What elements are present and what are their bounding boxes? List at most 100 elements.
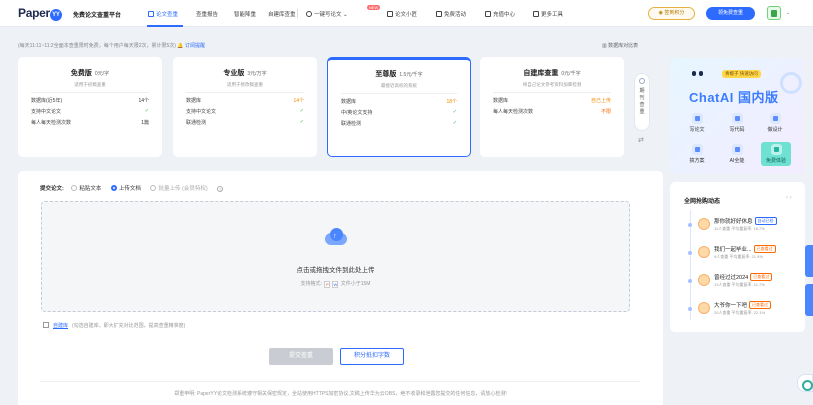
- sparkle-icon: [306, 11, 312, 17]
- float-side-button[interactable]: [805, 245, 813, 277]
- word-icon: W: [332, 281, 339, 288]
- code-icon: [731, 113, 743, 124]
- list-item: 大爷你一下吧 已查看过 20人查重 平均重复率: 22.1%: [684, 298, 804, 322]
- mascot-icon: [692, 69, 704, 78]
- avatar: [698, 302, 710, 314]
- avatar: [698, 218, 710, 230]
- plan-feature-row: 支持中文论文 ✓: [186, 108, 304, 115]
- gift-icon: [770, 144, 782, 155]
- plan-card-free[interactable]: 免费版 0元/字 适用于初稿查重 数据库(近5年) 14个 支持中文论文 ✓ 每人每天…: [18, 57, 162, 157]
- selflib-row: 自建库 (勾选自建库，即大扩充对比范围，提高查重精准度): [43, 322, 185, 329]
- status-badge: 已查看过: [749, 301, 772, 309]
- help-icon[interactable]: ?: [217, 186, 224, 192]
- cloud-upload-icon: ↑: [322, 227, 350, 247]
- points-deduct-button[interactable]: 积分抵扣字数: [340, 348, 404, 365]
- status-badge: 已查看过: [753, 245, 776, 253]
- nav-smart-reduce[interactable]: 智能降重: [234, 10, 256, 18]
- tool-plan[interactable]: 搞方案: [684, 144, 710, 164]
- logo[interactable]: Paper YY: [18, 6, 62, 21]
- plan-price: 1.5元/千字: [399, 72, 423, 78]
- design-icon: [769, 113, 781, 124]
- activity-feed: 全网抢购动态 ‹ › 那你就好好休息 自动已检 11人查重 平均重复率: 18.7…: [670, 182, 805, 332]
- free-notice: (每天11:11~11:2全面本查重限时免费，每个用户每天限2次，累计限5次) …: [18, 43, 205, 49]
- pager-arrows-icon[interactable]: ‹ ›: [786, 195, 792, 201]
- avatar: [698, 246, 710, 258]
- free-check-button[interactable]: 领免费查重: [706, 7, 755, 20]
- file-drop-zone[interactable]: ↑ 点击或拖拽文件到此处上传 支持格式: PW 文件小于15M: [41, 201, 630, 312]
- nav-selflib-check[interactable]: 自建库查重: [268, 10, 296, 18]
- float-side-button[interactable]: [805, 284, 813, 316]
- promo-tag: 青椒子 快速访问: [722, 70, 761, 78]
- swap-icon[interactable]: ⇄: [638, 136, 644, 144]
- selflib-checkbox[interactable]: [43, 322, 49, 328]
- option-upload-doc[interactable]: 上传文档: [110, 185, 141, 192]
- subscribe-link[interactable]: 🔔 订阅提醒: [177, 43, 205, 49]
- plan-feature-row: 每人每天检测次数 不限: [493, 109, 611, 115]
- upload-panel: 提交论文: 粘贴文本 上传文档 批量上传 (会员特权) ? ↑ 点击或拖拽文件到…: [18, 171, 663, 405]
- plan-feature-row: 支持中文论文 ✓: [31, 108, 149, 115]
- grid-icon: [533, 11, 539, 17]
- customer-service-icon[interactable]: [797, 374, 813, 392]
- plan-desc: 最接近高校的系统: [341, 83, 457, 94]
- plan-desc: 将自己论文参考资料加库检测: [493, 82, 611, 93]
- pdf-icon: P: [324, 281, 331, 288]
- tool-ai-all[interactable]: AI全能: [724, 144, 750, 164]
- bulb-icon: [691, 144, 703, 155]
- status-badge: 自动已检: [754, 217, 777, 225]
- document-icon: [148, 11, 154, 17]
- nav-write-paper[interactable]: 一键写论文 ⌄: [306, 10, 348, 18]
- user-avatar[interactable]: [767, 6, 781, 20]
- submit-type-row: 提交论文: 粘贴文本 上传文档 批量上传 (会员特权) ?: [40, 184, 224, 192]
- avatar: [698, 274, 710, 286]
- plan-card-selflib[interactable]: 自建库查重 0元/千字 将自己论文参考资料加库检测 数据库 自己上传 每人每天检测次…: [480, 57, 624, 157]
- decor-ring: [780, 72, 802, 94]
- plan-feature-row: 联通检测 ✓: [341, 120, 457, 127]
- top-bar: Paper YY 免费论文查重平台 论文查重 查重报告 智能降重 自建库查重 一键…: [0, 0, 813, 27]
- list-item: 曾经过过2024 已查看过 13人查重 平均重复率: 11.7%: [684, 270, 804, 294]
- plan-feature-row: 数据库 18个: [341, 99, 457, 105]
- selflib-link[interactable]: 自建库: [53, 323, 68, 329]
- status-badge: 已查看过: [750, 273, 773, 281]
- plan-name: 专业版: [223, 70, 245, 77]
- plan-feature-row: 数据库 自己上传: [493, 98, 611, 104]
- journal-icon: [639, 78, 645, 84]
- journal-check-tab[interactable]: 期刊查重: [634, 73, 650, 131]
- plan-name: 免费版: [70, 70, 92, 77]
- list-item: 我们一起毕业... 已查看过 9人查重 平均重复率: 21.4%: [684, 242, 804, 266]
- plan-card-supreme[interactable]: 至尊版 1.5元/千字 最接近高校的系统 数据库 18个 中/英论文支持 ✓ 联通检测…: [327, 57, 471, 157]
- nav-more-tools[interactable]: 更多工具: [533, 10, 563, 18]
- submit-check-button[interactable]: 提交查重: [269, 348, 333, 365]
- nav-divider: [297, 9, 298, 18]
- plan-feature-row: 中/英论文支持 ✓: [341, 109, 457, 116]
- tool-write-paper[interactable]: 写论文: [684, 113, 710, 133]
- database-compare-link[interactable]: ▥ 数据库对比表: [602, 42, 638, 49]
- plan-name: 至尊版: [375, 71, 397, 78]
- tool-free-trial[interactable]: 免费体验: [761, 142, 791, 166]
- security-statement: 郑重申明: PaperYY论文检测系统遵守相关保密规定，全站使用HTTPS加密协…: [174, 391, 507, 397]
- radio-selected-icon: [110, 185, 117, 191]
- chevron-down-icon[interactable]: ⌄: [786, 10, 790, 16]
- chatai-promo[interactable]: 青椒子 快速访问 ChatAI 国内版 写论文 写代码 做设计 搞方案 AI全能…: [670, 58, 805, 174]
- plan-card-pro[interactable]: 专业版 3元/万字 适用于修改稿查重 数据库 14个 支持中文论文 ✓ 联通检测 ✓: [173, 57, 317, 157]
- nav-paper-helper[interactable]: 论文小匠: [387, 10, 417, 18]
- nav-recharge[interactable]: 充值中心: [485, 10, 515, 18]
- nav-plagiarism-check[interactable]: 论文查重: [148, 10, 178, 18]
- active-tab-indicator: [147, 25, 183, 27]
- ai-grid-icon: [731, 144, 743, 155]
- new-badge: NEW: [367, 5, 381, 10]
- activity-title: 全网抢购动态: [684, 199, 721, 205]
- option-batch-upload[interactable]: 批量上传 (会员特权): [150, 185, 208, 192]
- plan-price: 0元/字: [94, 71, 110, 77]
- option-paste-text[interactable]: 粘贴文本: [71, 185, 101, 192]
- nav-reports[interactable]: 查重报告: [196, 10, 218, 18]
- tool-design[interactable]: 做设计: [762, 113, 788, 133]
- promo-title: ChatAI 国内版: [689, 90, 779, 105]
- write-icon: [691, 113, 703, 124]
- plan-name: 自建库查重: [523, 70, 559, 77]
- site-subtitle: 免费论文查重平台: [73, 13, 122, 19]
- plan-feature-row: 联通检测 ✓: [186, 119, 304, 126]
- tool-write-code[interactable]: 写代码: [724, 113, 750, 133]
- nav-free-activities[interactable]: 免费活动: [436, 10, 466, 18]
- checkin-button[interactable]: ◉ 签到积分: [648, 7, 695, 20]
- plan-price: 3元/万字: [247, 71, 267, 77]
